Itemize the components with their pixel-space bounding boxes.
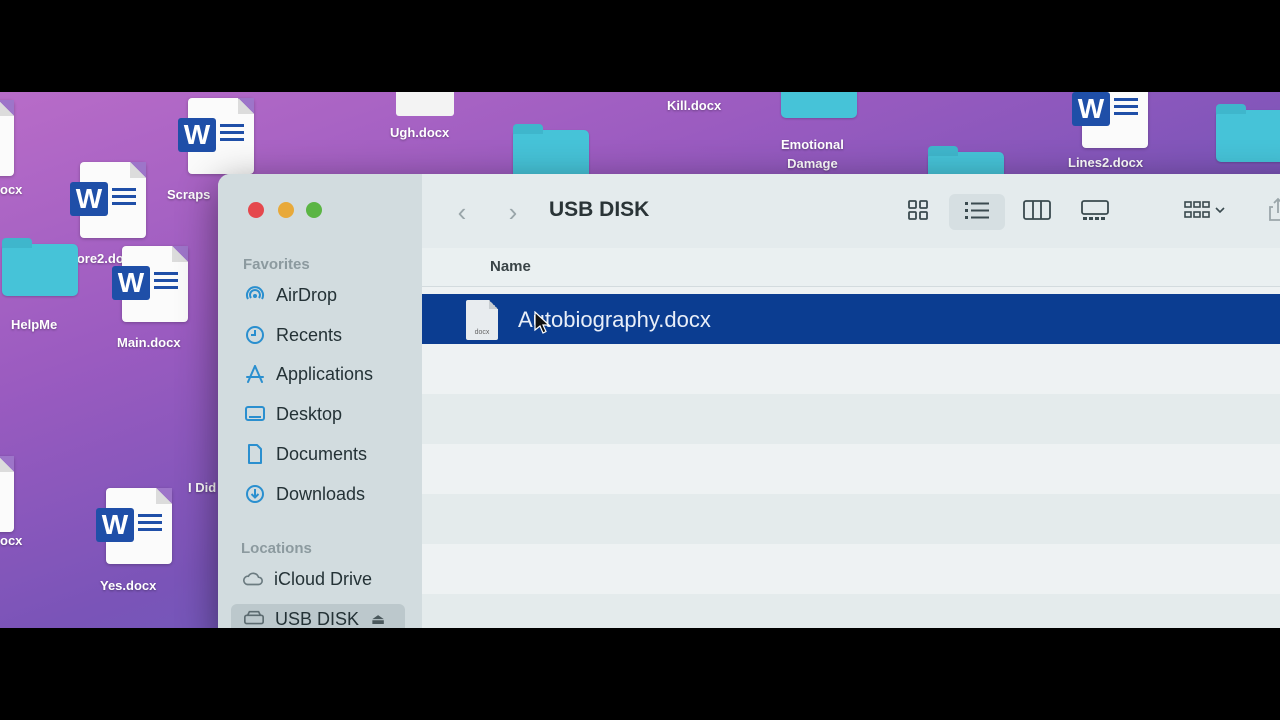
file-row[interactable]: docx Autobiography.docx xyxy=(422,294,1280,344)
empty-row xyxy=(422,544,1280,594)
desktop-file-ocx-bottom[interactable] xyxy=(0,456,14,532)
gallery-view-button[interactable] xyxy=(1070,194,1120,230)
desktop-file-lines2[interactable]: W xyxy=(1072,92,1148,148)
forward-button[interactable]: › xyxy=(499,198,527,226)
word-icon: W xyxy=(96,508,134,542)
close-button[interactable] xyxy=(248,202,264,218)
desktop-label-yes: Yes.docx xyxy=(100,578,157,593)
word-icon: W xyxy=(112,266,150,300)
word-lines-icon xyxy=(138,514,162,535)
finder-window: Favorites AirDrop Recents Applications D… xyxy=(218,174,1280,644)
sidebar-item-desktop[interactable]: Desktop xyxy=(244,399,342,429)
toolbar: ‹ › USB DISK xyxy=(422,174,1280,249)
letterbox-bottom xyxy=(0,628,1280,720)
word-lines-icon xyxy=(154,272,178,293)
desktop-icon xyxy=(244,403,266,425)
desktop-file-scraps[interactable]: W xyxy=(178,98,254,174)
desktop-folder-emotional[interactable] xyxy=(781,92,857,118)
cloud-icon xyxy=(242,568,264,590)
desktop-label-idid: I Did xyxy=(188,480,217,495)
word-lines-icon xyxy=(220,124,244,145)
docx-file-icon: docx xyxy=(466,300,498,340)
sidebar-item-recents[interactable]: Recents xyxy=(244,320,342,350)
word-icon: W xyxy=(1072,92,1110,126)
desktop-label-ocx-top: ocx xyxy=(0,182,23,197)
desktop-label-main: Main.docx xyxy=(117,335,181,350)
sidebar-item-documents[interactable]: Documents xyxy=(244,439,367,469)
column-header-name[interactable]: Name xyxy=(422,248,1280,287)
desktop-file-ugh[interactable] xyxy=(396,92,454,116)
zoom-button[interactable] xyxy=(306,202,322,218)
word-lines-icon xyxy=(112,188,136,209)
column-header-label: Name xyxy=(490,258,531,275)
desktop-file-ocx-top[interactable] xyxy=(0,100,14,176)
columns-view-button[interactable] xyxy=(1012,194,1062,230)
back-button[interactable]: ‹ xyxy=(448,198,476,226)
share-icon xyxy=(1267,197,1280,228)
favorites-title: Favorites xyxy=(243,256,310,273)
sidebar: Favorites AirDrop Recents Applications D… xyxy=(218,174,422,644)
eject-icon[interactable]: ⏏ xyxy=(371,610,385,628)
word-lines-icon xyxy=(1114,98,1138,119)
letterbox-top xyxy=(0,0,1280,92)
list-view-button[interactable] xyxy=(949,194,1005,230)
sidebar-item-label: Downloads xyxy=(276,483,366,504)
gallery-view-icon xyxy=(1080,198,1110,227)
group-icon xyxy=(1183,198,1227,227)
icons-view-button[interactable] xyxy=(894,194,942,230)
desktop-label-kill: Kill.docx xyxy=(667,98,722,113)
desktop-label-ugh: Ugh.docx xyxy=(390,125,450,140)
airdrop-icon xyxy=(244,284,266,306)
clock-icon xyxy=(244,324,266,346)
drive-icon xyxy=(243,608,265,630)
empty-row xyxy=(422,494,1280,544)
download-icon xyxy=(244,483,266,505)
locations-title: Locations xyxy=(241,540,312,557)
sidebar-item-label: USB DISK xyxy=(275,608,360,629)
word-icon: W xyxy=(178,118,216,152)
minimize-button[interactable] xyxy=(278,202,294,218)
empty-row xyxy=(422,444,1280,494)
sidebar-item-downloads[interactable]: Downloads xyxy=(244,479,365,509)
desktop-folder-helpme[interactable] xyxy=(2,238,78,296)
share-button[interactable] xyxy=(1258,194,1280,230)
empty-row xyxy=(422,344,1280,394)
sidebar-item-icloud-drive[interactable]: iCloud Drive xyxy=(242,564,372,594)
desktop-label-lines2: Lines2.docx xyxy=(1068,155,1144,170)
file-browser: ‹ › USB DISK Name docx Autobiography.doc… xyxy=(422,174,1280,644)
list-view-icon xyxy=(963,198,991,227)
applications-icon xyxy=(244,363,266,385)
empty-row xyxy=(422,394,1280,444)
desktop-label-scraps: Scraps xyxy=(167,187,211,202)
desktop-folder-right[interactable] xyxy=(1216,104,1280,162)
sidebar-item-label: AirDrop xyxy=(276,284,338,305)
desktop-label-emotional: Emotional Damage xyxy=(781,137,844,171)
icons-view-icon xyxy=(906,198,930,227)
sidebar-item-applications[interactable]: Applications xyxy=(244,359,373,389)
desktop-file-main[interactable]: W xyxy=(112,246,188,322)
desktop-label-ocx-bottom: ocx xyxy=(0,533,23,548)
sidebar-item-label: Documents xyxy=(276,443,368,464)
sidebar-item-airdrop[interactable]: AirDrop xyxy=(244,280,337,310)
document-icon xyxy=(244,443,266,465)
word-icon: W xyxy=(70,182,108,216)
sidebar-item-label: Recents xyxy=(276,324,343,345)
desktop-file-yes[interactable]: W xyxy=(96,488,172,564)
columns-view-icon xyxy=(1022,198,1052,227)
desktop-file-more2[interactable]: W xyxy=(70,162,146,238)
sidebar-item-label: Desktop xyxy=(276,403,343,424)
docx-badge: docx xyxy=(474,329,490,336)
window-title: USB DISK xyxy=(549,198,650,221)
group-by-button[interactable] xyxy=(1174,194,1236,230)
desktop-label-helpme: HelpMe xyxy=(11,317,58,332)
sidebar-item-label: Applications xyxy=(276,363,374,384)
sidebar-item-label: iCloud Drive xyxy=(274,568,373,589)
